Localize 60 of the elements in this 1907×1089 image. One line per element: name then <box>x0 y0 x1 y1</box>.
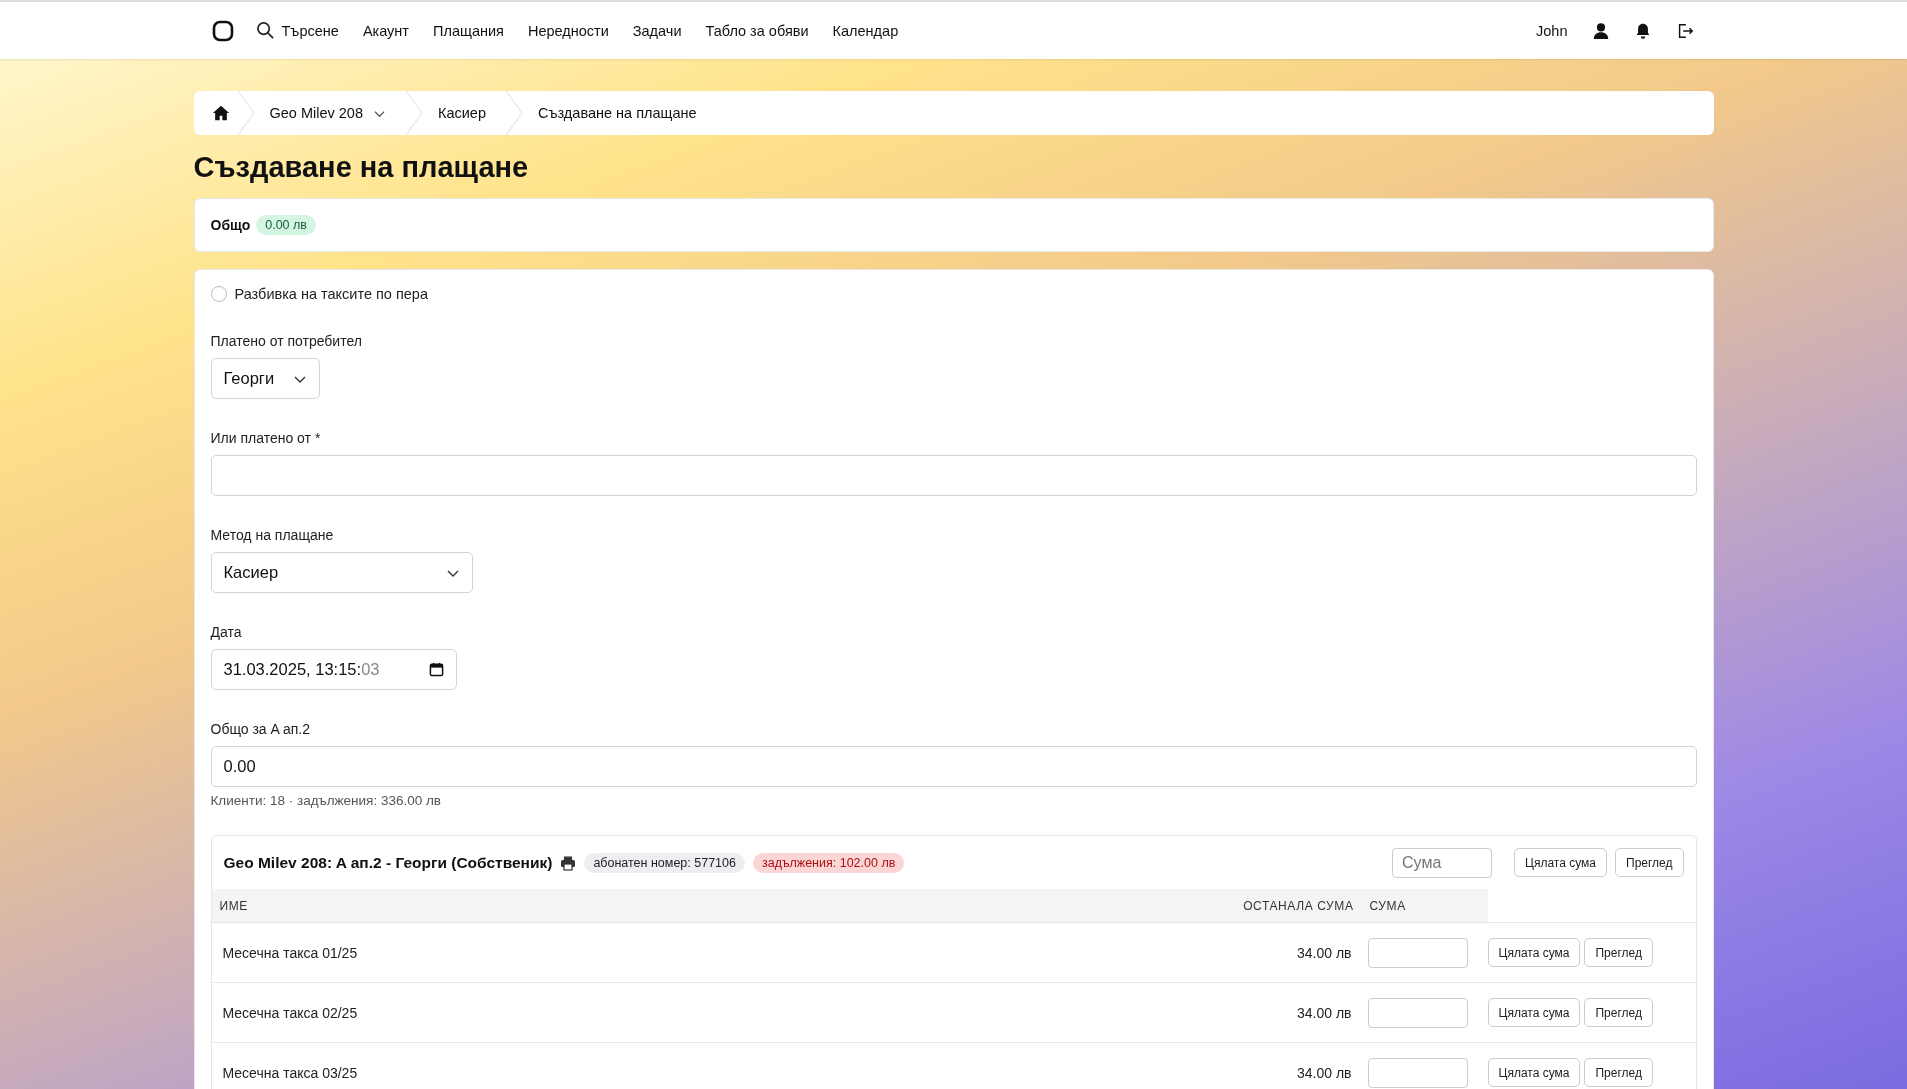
subscriber-number-badge: абонатен номер: 577106 <box>584 852 745 873</box>
table-cell-text: 34.00 лв <box>1295 1064 1353 1081</box>
search-link[interactable]: Търсене <box>255 21 339 40</box>
payment-method-select[interactable]: Касиер <box>210 552 473 593</box>
breadcrumb-link[interactable]: Geo Milev 208 <box>255 105 404 121</box>
view-button[interactable]: Преглед <box>1584 938 1653 967</box>
full-amount-button[interactable]: Цялата сума <box>1487 938 1581 967</box>
column-header: ОСТАНАЛА СУМА <box>1217 889 1368 922</box>
calendar-icon <box>428 662 444 677</box>
table-cell-text: Месечна такса 02/25 <box>221 1004 359 1021</box>
view-button[interactable]: Преглед <box>1615 848 1684 877</box>
amount-input[interactable] <box>1367 997 1468 1028</box>
printer-icon[interactable] <box>560 854 577 871</box>
breadcrumb-separator <box>235 91 256 135</box>
user-name-link[interactable]: John <box>1536 22 1568 39</box>
total-amount-badge: 0.00 лв <box>256 215 316 235</box>
breadcrumb-separator <box>404 91 424 135</box>
paid-by-input[interactable] <box>210 455 1697 496</box>
split-fees-checkbox[interactable] <box>210 286 227 302</box>
logo-icon[interactable] <box>211 19 234 42</box>
table-cell-text: 34.00 лв <box>1295 944 1353 961</box>
amount-input[interactable] <box>1367 937 1468 968</box>
field-label: Общо за A ап.2 <box>210 721 312 737</box>
column-header: СУМА <box>1367 889 1488 922</box>
clients-summary-text: Клиенти: 18 · задължения: 336.00 лв <box>210 793 442 808</box>
column-header: ИМЕ <box>211 889 1218 922</box>
home-icon[interactable] <box>211 104 230 122</box>
page-title: Създаване на плащане <box>193 151 530 184</box>
view-button[interactable]: Преглед <box>1584 998 1653 1027</box>
current-page-label: Създаване на плащане <box>537 105 698 121</box>
full-amount-button[interactable]: Цялата сума <box>1487 1058 1581 1087</box>
table-cell-text: Месечна такса 03/25 <box>221 1064 359 1081</box>
account-title: Geo Milev 208: A ап.2 - Георги (Собственик) <box>223 853 553 872</box>
total-label: Общо <box>210 217 251 233</box>
nav-link[interactable]: Табло за обяви <box>705 22 809 39</box>
full-amount-button[interactable]: Цялата сума <box>1487 998 1581 1027</box>
nav-link[interactable]: Календар <box>832 22 899 39</box>
amount-input[interactable] <box>1367 1057 1468 1088</box>
breadcrumb-link[interactable]: Касиер <box>424 105 504 121</box>
user-select[interactable]: Георги <box>210 358 320 399</box>
nav-link[interactable]: Задачи <box>632 22 682 39</box>
debt-badge: задължения: 102.00 лв <box>752 852 905 873</box>
view-button[interactable]: Преглед <box>1584 1058 1653 1087</box>
split-fees-label: Разбивка на таксите по пера <box>234 286 428 302</box>
table-cell-text: 34.00 лв <box>1295 1004 1353 1021</box>
breadcrumb-separator <box>504 91 524 135</box>
user-icon[interactable] <box>1591 21 1610 40</box>
date-input[interactable]: 31.03.2025, 13:15:03 <box>210 649 457 690</box>
table-cell-text: Месечна такса 01/25 <box>221 944 359 961</box>
field-label: Платено от потребител <box>210 333 363 349</box>
field-label: Или платено от * <box>210 430 322 446</box>
search-icon <box>255 21 275 40</box>
amount-input[interactable]: Сума <box>1392 847 1493 878</box>
field-label: Метод на плащане <box>210 527 335 543</box>
field-label: Дата <box>210 624 243 640</box>
nav-link[interactable]: Плащания <box>433 22 504 39</box>
total-sum-input[interactable]: 0.00 <box>210 746 1697 787</box>
full-amount-button[interactable]: Цялата сума <box>1514 848 1607 877</box>
nav-link[interactable]: Акаунт <box>362 22 409 39</box>
nav-link[interactable]: Нередности <box>527 22 609 39</box>
